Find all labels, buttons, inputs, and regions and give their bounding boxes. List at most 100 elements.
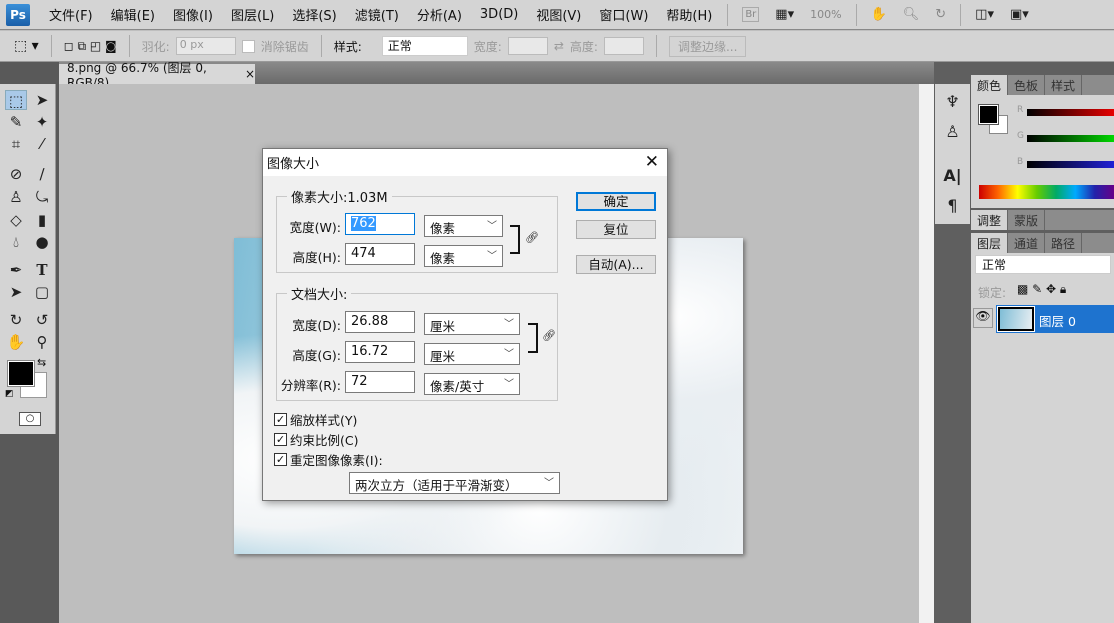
menu-analysis[interactable]: 分析(A) [408, 5, 471, 24]
blur-tool-icon[interactable]: 💧︎ [5, 232, 27, 252]
tab-paths[interactable]: 路径 [1045, 233, 1083, 253]
magic-wand-tool-icon[interactable]: ✦ [31, 112, 53, 132]
height-input[interactable] [603, 37, 644, 55]
menu-filter[interactable]: 滤镜(T) [346, 5, 408, 24]
move-tool-icon[interactable]: ➤ [31, 90, 53, 110]
resolution-input[interactable]: 72 [345, 371, 415, 393]
panel-foreground-swatch[interactable] [978, 104, 999, 125]
swap-icon[interactable]: ⇄ [554, 39, 564, 53]
menu-image[interactable]: 图像(I) [164, 5, 222, 24]
dialog-close-icon[interactable]: ✕ [645, 152, 659, 172]
gradient-tool-icon[interactable]: ▮ [31, 210, 53, 230]
pen-tool-icon[interactable]: ✒ [5, 260, 27, 280]
clone-stamp-tool-icon[interactable]: ♙ [5, 187, 27, 207]
history-brush-tool-icon[interactable]: ⤿ [31, 187, 53, 207]
resolution-unit-select[interactable]: 像素/英寸 ﹀ [424, 373, 520, 395]
style-select[interactable]: 正常 [381, 36, 468, 56]
tab-layers[interactable]: 图层 [971, 233, 1009, 253]
vertical-scrollbar[interactable] [919, 84, 934, 623]
reset-button[interactable]: 复位 [576, 220, 656, 239]
auto-button[interactable]: 自动(A)... [576, 255, 656, 274]
tab-channels[interactable]: 通道 [1008, 233, 1046, 253]
quick-mask-icon[interactable]: ○ [19, 412, 41, 426]
tab-styles[interactable]: 样式 [1045, 75, 1083, 95]
arrange-documents-icon[interactable]: ◫▾ [975, 7, 994, 22]
layer-row[interactable]: 👁︎ 图层 0 [971, 305, 1114, 333]
green-slider[interactable] [1027, 135, 1114, 142]
blend-mode-select[interactable]: 正常 [975, 255, 1111, 274]
pixel-height-input[interactable]: 474 [345, 243, 415, 265]
document-tab[interactable]: 8.png @ 66.7% (图层 0, RGB/8) × [59, 61, 255, 90]
document-size-legend: 文档大小: [291, 288, 348, 303]
eyedropper-tool-icon[interactable]: ⁄ [31, 134, 53, 154]
antialias-checkbox[interactable] [241, 39, 255, 53]
refine-edge-button[interactable]: 调整边缘... [668, 35, 747, 57]
resample-method-select[interactable]: 两次立方（适用于平滑渐变） ﹀ [349, 472, 560, 494]
type-tool-icon[interactable]: T [31, 260, 53, 280]
constrain-proportions-checkbox[interactable]: ✓ 约束比例(C) [274, 430, 358, 449]
scale-styles-checkbox[interactable]: ✓ 缩放样式(Y) [274, 410, 357, 429]
rect-marquee-tool-icon[interactable]: ⬚ [5, 90, 27, 110]
swap-colors-icon[interactable]: ⇆ [37, 356, 46, 369]
color-spectrum-ramp[interactable] [979, 185, 1114, 199]
healing-brush-tool-icon[interactable]: ⊘ [5, 164, 27, 184]
paragraph-panel-icon[interactable]: ¶ [935, 196, 970, 215]
menu-edit[interactable]: 编辑(E) [102, 5, 164, 24]
menu-select[interactable]: 选择(S) [283, 5, 345, 24]
eraser-tool-icon[interactable]: ◇ [5, 210, 27, 230]
shape-tool-icon[interactable]: ▢ [31, 282, 53, 302]
selection-mode-icons[interactable]: ◻ ⧉ ◰ ◙ [64, 39, 117, 54]
default-colors-icon[interactable]: ◩ [5, 389, 14, 399]
doc-height-input[interactable]: 16.72 [345, 341, 415, 363]
ok-button[interactable]: 确定 [576, 192, 656, 211]
screen-mode-button[interactable]: ▣▾ [1010, 7, 1029, 22]
3d-rotate-tool-icon[interactable]: ↻ [5, 310, 27, 330]
menu-help[interactable]: 帮助(H) [657, 5, 721, 24]
pixel-width-unit-select[interactable]: 像素 ﹀ [424, 215, 503, 237]
channel-r-label: R [1017, 105, 1024, 115]
menu-window[interactable]: 窗口(W) [590, 5, 657, 24]
brush-tool-icon[interactable]: ∕ [31, 164, 53, 184]
blue-slider[interactable] [1027, 161, 1114, 168]
clone-source-icon[interactable]: ♙ [935, 122, 970, 141]
zoom-icon[interactable]: 🔍︎ [903, 7, 920, 22]
menu-file[interactable]: 文件(F) [40, 5, 102, 24]
tab-masks[interactable]: 蒙版 [1008, 210, 1046, 230]
visibility-eye-icon[interactable]: 👁︎ [973, 308, 993, 328]
path-selection-tool-icon[interactable]: ➤ [5, 282, 27, 302]
pixel-width-input[interactable]: 762 [345, 213, 415, 235]
3d-orbit-tool-icon[interactable]: ↺ [31, 310, 53, 330]
layer-name[interactable]: 图层 0 [1039, 311, 1076, 330]
menu-3d[interactable]: 3D(D) [471, 7, 527, 22]
zoom-tool-icon[interactable]: ⚲ [31, 332, 53, 352]
hand-tool-icon[interactable]: ✋ [5, 332, 27, 352]
doc-height-unit-select[interactable]: 厘米 ﹀ [424, 343, 520, 365]
tab-adjustments[interactable]: 调整 [971, 210, 1009, 230]
lasso-tool-icon[interactable]: ✎ [5, 112, 27, 132]
close-tab-icon[interactable]: × [245, 67, 255, 81]
doc-width-input[interactable]: 26.88 [345, 311, 415, 333]
foreground-color-swatch[interactable] [7, 360, 35, 387]
character-panel-icon[interactable]: A| [935, 166, 970, 185]
rotate-view-icon[interactable]: ↻ [935, 7, 946, 22]
menu-view[interactable]: 视图(V) [527, 5, 590, 24]
menu-layer[interactable]: 图层(L) [222, 5, 283, 24]
feather-input[interactable]: 0 px [175, 37, 236, 55]
width-input[interactable] [507, 37, 548, 55]
tab-color[interactable]: 颜色 [971, 75, 1009, 95]
dodge-tool-icon[interactable]: ● [31, 232, 53, 252]
pixel-height-unit-select[interactable]: 像素 ﹀ [424, 245, 503, 267]
red-slider[interactable] [1027, 109, 1114, 116]
resample-checkbox[interactable]: ✓ 重定图像像素(I): [274, 450, 383, 469]
doc-width-unit-select[interactable]: 厘米 ﹀ [424, 313, 520, 335]
zoom-level[interactable]: 100% [810, 8, 841, 21]
marquee-tool-preset-icon[interactable]: ⬚ ▾ [14, 38, 39, 54]
bridge-button[interactable]: Br [742, 7, 760, 22]
crop-tool-icon[interactable]: ⌗ [5, 134, 27, 154]
link-icon: 🔗︎ [525, 231, 539, 244]
screen-mode-icon[interactable]: ▦▾ [775, 7, 794, 22]
tool-presets-icon[interactable]: ♆ [935, 92, 970, 111]
lock-icons[interactable]: ▩ ✎ ✥ 🔒︎ [1017, 282, 1066, 297]
tab-swatches[interactable]: 色板 [1008, 75, 1046, 95]
hand-icon[interactable]: ✋ [871, 7, 887, 22]
